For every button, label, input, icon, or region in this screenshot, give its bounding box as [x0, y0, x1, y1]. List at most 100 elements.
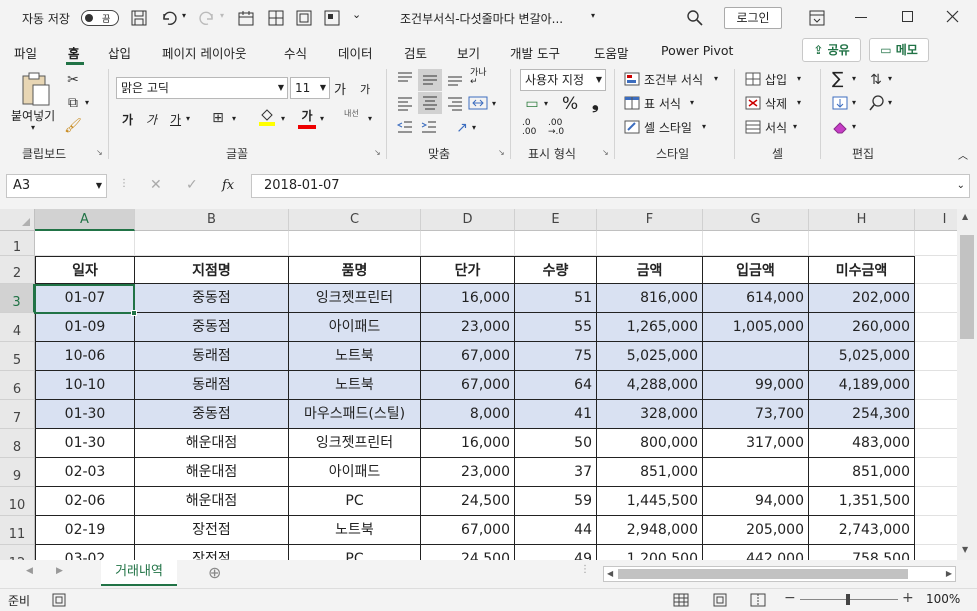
table-cell-e[interactable]: 55	[515, 313, 597, 342]
merge-center-icon[interactable]	[468, 95, 488, 111]
customize-qat-icon[interactable]: ⌄	[352, 8, 361, 21]
column-header-i[interactable]: I	[915, 209, 957, 231]
empty-cell[interactable]	[515, 231, 597, 256]
align-center-icon[interactable]	[418, 92, 442, 114]
table-header-cell[interactable]: 입금액	[703, 256, 809, 284]
column-header-e[interactable]: E	[515, 209, 597, 231]
table-cell-c[interactable]: PC	[289, 487, 421, 516]
clear-dropdown-icon[interactable]: ▾	[852, 122, 856, 131]
table-cell-b[interactable]: 장전점	[135, 545, 289, 560]
tab-insert[interactable]: 삽입	[108, 43, 131, 62]
table-cell-f[interactable]: 800,000	[597, 429, 703, 458]
collapse-ribbon-icon[interactable]: ︿	[958, 147, 968, 162]
clipboard-launcher-icon[interactable]: ↘	[96, 148, 103, 157]
decrease-font-button[interactable]: 가	[360, 81, 370, 97]
table-cell-b[interactable]: 중동점	[135, 284, 289, 313]
delete-cells-button[interactable]: 삭제	[765, 95, 787, 112]
table-cell-b[interactable]: 중동점	[135, 313, 289, 342]
tab-review[interactable]: 검토	[404, 43, 427, 62]
share-button[interactable]: ⇪ 공유	[802, 38, 861, 62]
fill-color-icon[interactable]	[258, 107, 276, 127]
accounting-dropdown-icon[interactable]: ▾	[544, 99, 548, 108]
table-cell-d[interactable]: 16,000	[421, 429, 515, 458]
row-header-11[interactable]: 11	[0, 516, 35, 545]
table-cell-e[interactable]: 41	[515, 400, 597, 429]
empty-cell[interactable]	[35, 231, 135, 256]
align-bottom-icon[interactable]	[446, 71, 464, 87]
table-cell-h[interactable]: 254,300	[809, 400, 915, 429]
bold-button[interactable]: 가	[122, 111, 133, 128]
table-format-dropdown-icon[interactable]: ▾	[690, 98, 694, 107]
delete-cells-dropdown-icon[interactable]: ▾	[797, 98, 801, 107]
tab-split-grip-icon[interactable]: ⋮	[580, 564, 590, 575]
row-header-9[interactable]: 9	[0, 458, 35, 487]
column-header-g[interactable]: G	[703, 209, 809, 231]
table-cell-c[interactable]: 노트북	[289, 516, 421, 545]
zoom-in-icon[interactable]: +	[902, 590, 914, 606]
accounting-format-icon[interactable]: ▭	[522, 95, 542, 113]
empty-cell[interactable]	[915, 458, 957, 487]
table-cell-g[interactable]	[703, 458, 809, 487]
copy-icon[interactable]: ⧉	[63, 94, 83, 112]
insert-cells-button[interactable]: 삽입	[765, 71, 787, 88]
table-cell-f[interactable]: 5,025,000	[597, 342, 703, 371]
table-cell-g[interactable]: 205,000	[703, 516, 809, 545]
table-cell-b[interactable]: 동래점	[135, 371, 289, 400]
insert-function-icon[interactable]: fx	[222, 178, 234, 193]
table-cell-a[interactable]: 10-10	[35, 371, 135, 400]
table-cell-c[interactable]: 마우스패드(스틸)	[289, 400, 421, 429]
table-cell-g[interactable]: 99,000	[703, 371, 809, 400]
row-header-6[interactable]: 6	[0, 371, 35, 400]
table-cell-b[interactable]: 장전점	[135, 516, 289, 545]
align-middle-icon[interactable]	[418, 69, 442, 91]
tab-data[interactable]: 데이터	[338, 43, 373, 62]
row-header-5[interactable]: 5	[0, 342, 35, 371]
autosum-dropdown-icon[interactable]: ▾	[852, 74, 856, 83]
empty-cell[interactable]	[915, 371, 957, 400]
number-launcher-icon[interactable]: ↘	[602, 148, 609, 157]
italic-button[interactable]: 가	[146, 111, 157, 128]
format-painter-icon[interactable]: 🖌	[63, 117, 83, 135]
conditional-dropdown-icon[interactable]: ▾	[714, 74, 718, 83]
table-cell-d[interactable]: 24,500	[421, 487, 515, 516]
find-select-icon[interactable]	[868, 94, 886, 112]
table-cell-a[interactable]: 01-09	[35, 313, 135, 342]
login-button[interactable]: 로그인	[724, 7, 782, 29]
conditional-format-button[interactable]: 조건부 서식	[644, 71, 703, 88]
table-cell-f[interactable]: 816,000	[597, 284, 703, 313]
table-cell-e[interactable]: 51	[515, 284, 597, 313]
table-cell-b[interactable]: 해운대점	[135, 458, 289, 487]
table-cell-h[interactable]: 1,351,500	[809, 487, 915, 516]
autosum-icon[interactable]: ∑	[832, 69, 843, 89]
zoom-out-icon[interactable]: −	[784, 590, 796, 606]
fill-icon[interactable]	[832, 96, 848, 110]
empty-cell[interactable]	[809, 231, 915, 256]
align-left-icon[interactable]	[396, 95, 414, 111]
scroll-down-icon[interactable]: ▼	[962, 545, 968, 554]
align-top-icon[interactable]	[396, 71, 414, 87]
empty-cell[interactable]	[289, 231, 421, 256]
table-cell-c[interactable]: PC	[289, 545, 421, 560]
row-header-1[interactable]: 1	[0, 231, 35, 256]
table-cell-f[interactable]: 1,445,500	[597, 487, 703, 516]
undo-dropdown-icon[interactable]: ▾	[182, 11, 186, 20]
decrease-decimal-icon[interactable]: .00 →.0	[548, 119, 564, 137]
row-header-4[interactable]: 4	[0, 313, 35, 342]
table-cell-b[interactable]: 중동점	[135, 400, 289, 429]
sheet-tab-transactions[interactable]: 거래내역	[101, 560, 177, 586]
worksheet-grid[interactable]: ABCDEFGHI 123456789101112 일자지점명품명단가수량금액입…	[0, 209, 957, 560]
table-cell-h[interactable]: 202,000	[809, 284, 915, 313]
table-cell-g[interactable]: 614,000	[703, 284, 809, 313]
cut-icon[interactable]: ✂	[63, 71, 83, 89]
zoom-slider-thumb[interactable]	[846, 594, 850, 605]
tab-help[interactable]: 도움말	[594, 43, 629, 62]
table-cell-g[interactable]: 1,005,000	[703, 313, 809, 342]
table-cell-g[interactable]: 442,000	[703, 545, 809, 560]
table-cell-h[interactable]: 851,000	[809, 458, 915, 487]
empty-cell[interactable]	[915, 256, 957, 284]
percent-icon[interactable]: %	[562, 94, 578, 114]
row-header-8[interactable]: 8	[0, 429, 35, 458]
table-cell-h[interactable]: 4,189,000	[809, 371, 915, 400]
table-cell-a[interactable]: 02-06	[35, 487, 135, 516]
table-cell-d[interactable]: 67,000	[421, 342, 515, 371]
